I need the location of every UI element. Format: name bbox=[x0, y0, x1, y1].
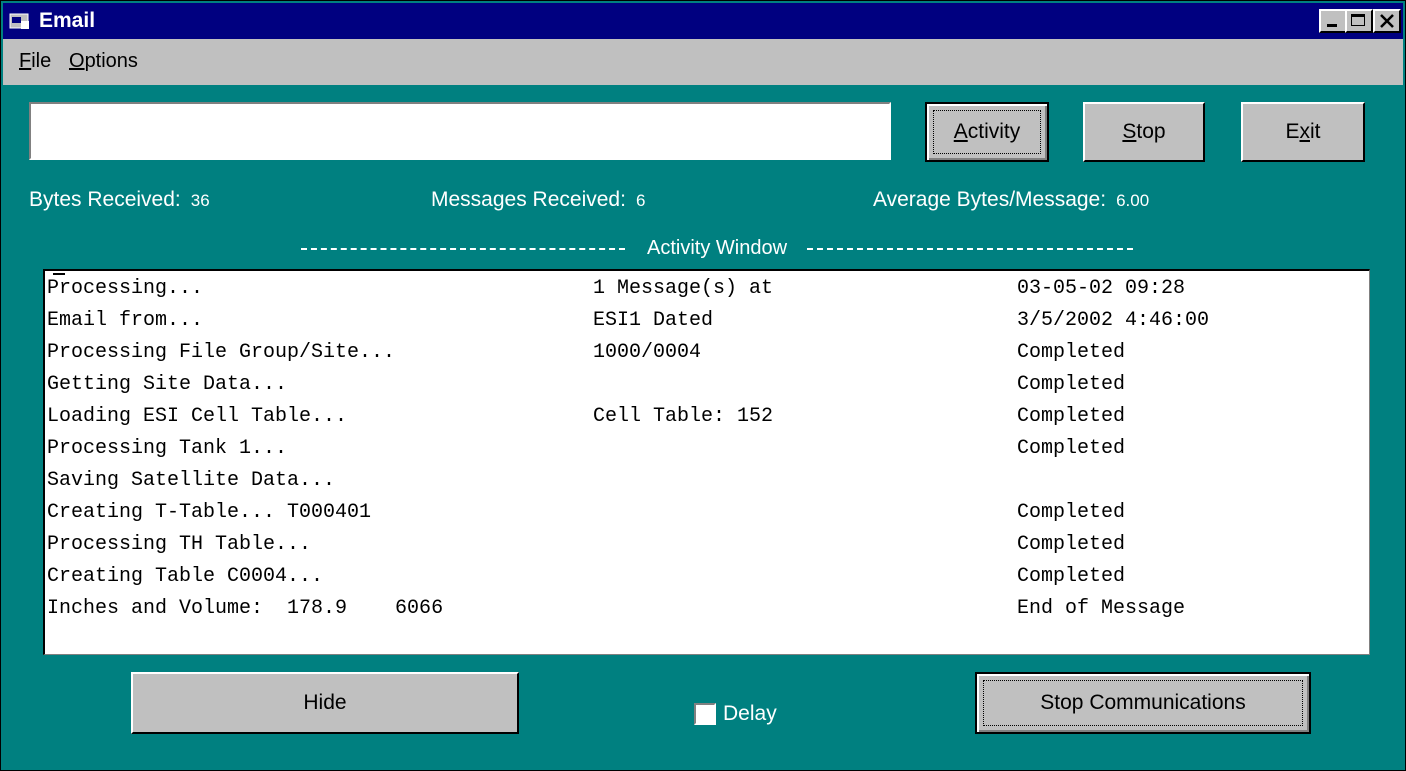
log-cell: Getting Site Data... bbox=[47, 373, 288, 396]
log-cell: Completed bbox=[1017, 373, 1126, 396]
log-row: Inches and Volume: 178.9 6066 End of Mess… bbox=[45, 593, 1369, 625]
log-cell: End of Message bbox=[1017, 597, 1186, 620]
log-row: Processing File Group/Site... 1000/0004 Co… bbox=[45, 337, 1369, 369]
messages-received: Messages Received: 6 bbox=[431, 188, 646, 211]
activity-window-label: Activity Window bbox=[301, 235, 1133, 261]
messages-received-value: 6 bbox=[635, 191, 646, 210]
app-icon bbox=[9, 13, 29, 29]
log-cell: Creating Table C0004... bbox=[47, 565, 324, 588]
log-row: Processing Tank 1... Completed bbox=[45, 433, 1369, 465]
window-title: Email bbox=[39, 9, 96, 32]
log-cell: Completed bbox=[1017, 533, 1126, 556]
log-row: Getting Site Data... Completed bbox=[45, 369, 1369, 401]
log-cell: Saving Satellite Data... bbox=[47, 469, 336, 492]
hide-button[interactable]: Hide bbox=[131, 672, 519, 734]
log-row: Saving Satellite Data... bbox=[45, 465, 1369, 497]
log-cell: 03-05-02 09:28 bbox=[1017, 277, 1186, 300]
stop-communications-button[interactable]: Stop Communications bbox=[975, 672, 1311, 734]
close-icon bbox=[1380, 14, 1394, 28]
log-cell: Processing File Group/Site... bbox=[47, 341, 396, 364]
close-button[interactable] bbox=[1373, 9, 1401, 33]
log-cell: Inches and Volume: 178.9 6066 bbox=[47, 597, 444, 620]
stop-button[interactable]: Stop bbox=[1083, 102, 1205, 162]
delay-label[interactable]: Delay bbox=[723, 701, 777, 727]
log-row: Email from... ESI1 Dated 3/5/2002 4:46:00 bbox=[45, 305, 1369, 337]
log-cell: Processing TH Table... bbox=[47, 533, 312, 556]
log-row: Creating Table C0004... Completed bbox=[45, 561, 1369, 593]
log-cell: 1000/0004 bbox=[593, 341, 702, 364]
maximize-button[interactable] bbox=[1345, 9, 1373, 33]
exit-button[interactable]: Exit bbox=[1241, 102, 1365, 162]
log-cell: Completed bbox=[1017, 501, 1126, 524]
log-cell: 3/5/2002 4:46:00 bbox=[1017, 309, 1210, 332]
average-bytes-value: 6.00 bbox=[1116, 191, 1150, 210]
log-cell: Processing... bbox=[47, 277, 204, 300]
log-cell: Creating T-Table... T000401 bbox=[47, 501, 372, 524]
minimize-button[interactable] bbox=[1319, 9, 1347, 33]
log-cell: Completed bbox=[1017, 437, 1126, 460]
status-input[interactable] bbox=[29, 102, 891, 160]
delay-checkbox[interactable] bbox=[694, 703, 716, 725]
menu-options[interactable]: Options bbox=[69, 49, 138, 73]
log-cell: Loading ESI Cell Table... bbox=[47, 405, 348, 428]
log-cell: Completed bbox=[1017, 565, 1126, 588]
log-row: Processing TH Table... Completed bbox=[45, 529, 1369, 561]
log-cell: Completed bbox=[1017, 341, 1126, 364]
menu-file[interactable]: File bbox=[19, 49, 51, 73]
log-cell: ESI1 Dated bbox=[593, 309, 714, 332]
title-bar[interactable]: Email bbox=[3, 3, 1403, 39]
activity-log[interactable]: Processing... 1 Message(s) at 03-05-02 09:… bbox=[43, 269, 1370, 655]
log-cell: Processing Tank 1... bbox=[47, 437, 288, 460]
log-cell: Email from... bbox=[47, 309, 204, 332]
divider-left bbox=[301, 248, 625, 250]
menu-bar: File Options bbox=[3, 39, 1403, 85]
divider-right bbox=[807, 248, 1133, 250]
log-cell: 1 Message(s) at bbox=[593, 277, 774, 300]
bytes-received-value: 36 bbox=[190, 191, 210, 210]
activity-button[interactable]: Activity bbox=[925, 102, 1049, 162]
log-row: Creating T-Table... T000401 Completed bbox=[45, 497, 1369, 529]
bytes-received: Bytes Received: 36 bbox=[29, 188, 210, 211]
log-cell: Cell Table: 152 bbox=[593, 405, 774, 428]
maximize-icon bbox=[1351, 14, 1365, 26]
log-cell: Completed bbox=[1017, 405, 1126, 428]
email-window: Email File Options Activity Stop Exit By… bbox=[0, 0, 1406, 771]
average-bytes-per-message: Average Bytes/Message: 6.00 bbox=[873, 188, 1150, 211]
log-row: Processing... 1 Message(s) at 03-05-02 09:… bbox=[45, 273, 1369, 305]
log-row: Loading ESI Cell Table... Cell Table: 152… bbox=[45, 401, 1369, 433]
minimize-icon bbox=[1327, 24, 1337, 27]
